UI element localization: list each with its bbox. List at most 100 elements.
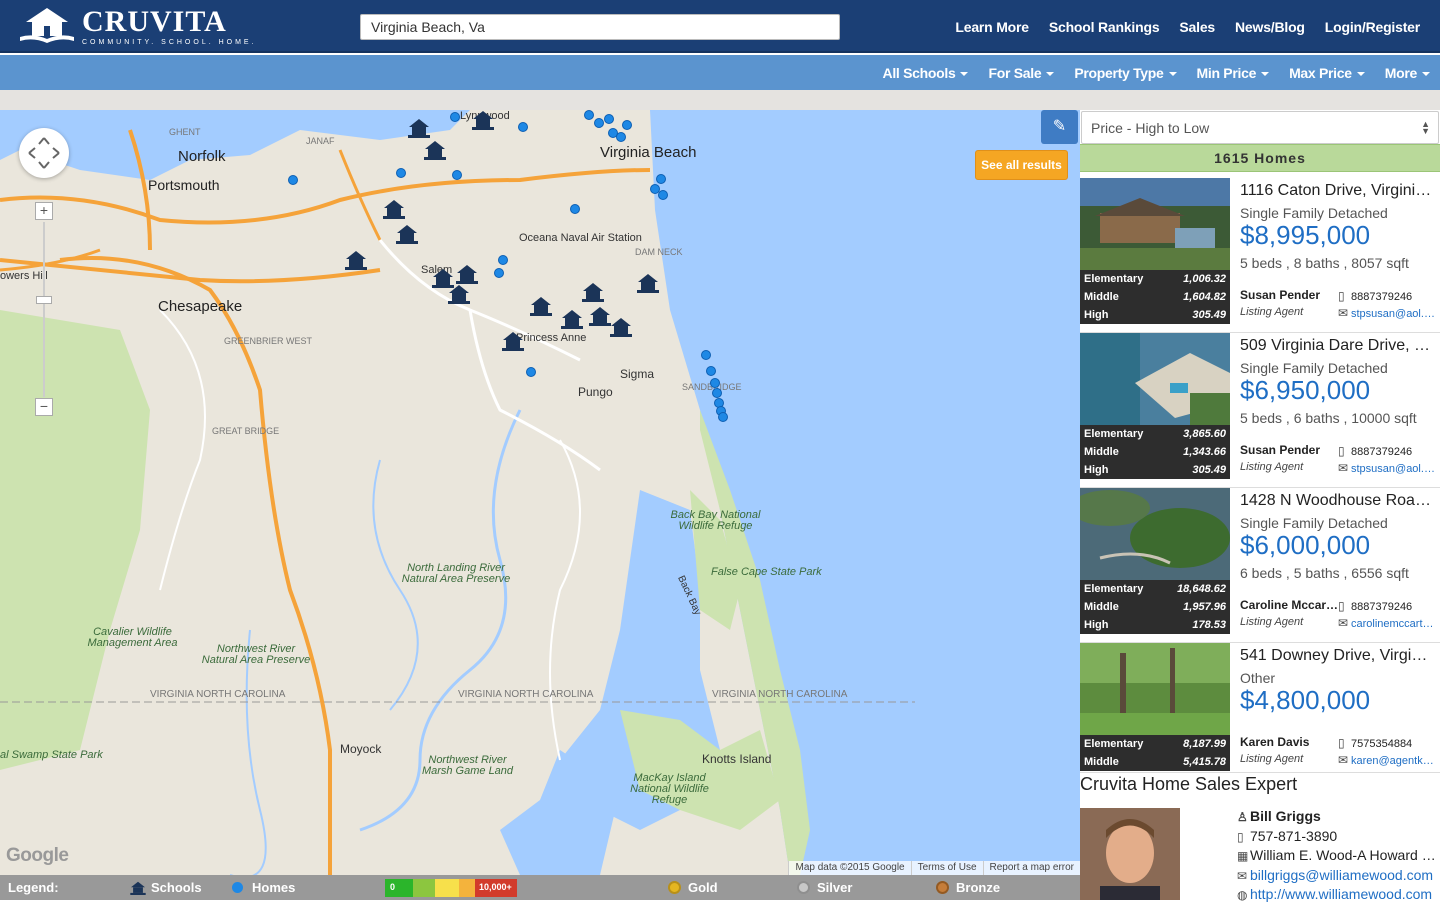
filter-for-sale[interactable]: For Sale	[988, 64, 1055, 81]
draw-area-button[interactable]: ✎	[1041, 110, 1078, 144]
school-marker-icon[interactable]	[383, 199, 405, 219]
filter-property-type[interactable]: Property Type	[1074, 65, 1177, 81]
brand-name: CRUVITA	[82, 5, 227, 38]
school-marker-icon[interactable]	[448, 284, 470, 304]
home-marker-icon[interactable]	[710, 378, 720, 388]
home-marker-icon[interactable]	[584, 110, 594, 120]
nav-login-register[interactable]: Login/Register	[1325, 19, 1420, 35]
home-marker-icon[interactable]	[452, 170, 462, 180]
home-marker-icon[interactable]	[712, 388, 722, 398]
legend-gold-label: Gold	[688, 880, 718, 895]
listing-price: $6,950,000	[1240, 375, 1371, 405]
zoom-out-button[interactable]: −	[35, 398, 53, 416]
home-marker-icon[interactable]	[622, 120, 632, 130]
map-canvas[interactable]: Norfolk Portsmouth Chesapeake Virginia B…	[0, 110, 1080, 875]
school-marker-icon[interactable]	[408, 118, 430, 138]
home-marker-icon[interactable]	[658, 190, 668, 200]
school-marker-icon[interactable]	[472, 110, 494, 130]
map-label-northwest-marsh: Northwest River Marsh Game Land	[421, 754, 514, 777]
school-marker-icon[interactable]	[582, 282, 604, 302]
school-marker-icon[interactable]	[610, 317, 632, 337]
listing-specs: 5 beds , 6 baths , 10000 sqft	[1240, 410, 1417, 426]
envelope-icon: ✉	[1338, 306, 1349, 320]
listing-card[interactable]: Elementary 3,865.60 Middle 1,343.66 High 30…	[1080, 333, 1440, 488]
results-panel: Price - High to Low ▲ ▼ 1615 Homes Elemen…	[1080, 110, 1440, 902]
home-marker-icon[interactable]	[494, 268, 504, 278]
agent-email[interactable]: ✉carolinemccarthy@aol.com	[1338, 616, 1436, 630]
filter-more[interactable]: More	[1385, 65, 1430, 81]
home-marker-icon[interactable]	[718, 412, 728, 422]
home-marker-icon[interactable]	[594, 118, 604, 128]
select-arrows-icon: ▲ ▼	[1421, 119, 1430, 136]
school-marker-icon[interactable]	[396, 224, 418, 244]
zoom-slider-handle[interactable]	[36, 296, 52, 304]
phone-icon: ▯	[1338, 599, 1345, 613]
school-marker-icon[interactable]	[561, 309, 583, 329]
score-value: 1,006.32	[1183, 273, 1226, 285]
score-level: Middle	[1084, 756, 1119, 768]
nav-learn-more[interactable]: Learn More	[955, 19, 1029, 35]
filter-for-sale-label: For Sale	[988, 64, 1042, 81]
filter-max-price[interactable]: Max Price	[1289, 65, 1365, 81]
home-marker-icon[interactable]	[396, 168, 406, 178]
legend-silver: Silver	[797, 880, 852, 895]
listing-card[interactable]: Elementary 18,648.62 Middle 1,957.96 High 1…	[1080, 488, 1440, 643]
filter-min-price-label: Min Price	[1196, 64, 1257, 81]
terms-of-use-link[interactable]: Terms of Use	[910, 861, 983, 875]
agent-phone: ▯ 8887379246	[1338, 599, 1412, 613]
school-marker-icon[interactable]	[502, 331, 524, 351]
phone-icon: ▯	[1338, 289, 1345, 303]
listing-photo[interactable]: Elementary 18,648.62 Middle 1,957.96 High 1…	[1080, 488, 1230, 636]
listing-card[interactable]: Elementary 8,187.99 Middle 5,415.78 541 Do…	[1080, 643, 1440, 773]
see-all-results-button[interactable]: See all results	[975, 150, 1068, 180]
expert-email-text: billgriggs@williamewood.com	[1250, 866, 1434, 883]
home-marker-icon[interactable]	[656, 174, 666, 184]
nav-school-rankings[interactable]: School Rankings	[1049, 19, 1160, 35]
listing-address[interactable]: 541 Downey Drive, Virginia Beach	[1240, 647, 1435, 665]
school-marker-icon[interactable]	[456, 264, 478, 284]
home-marker-icon[interactable]	[288, 175, 298, 185]
school-marker-icon[interactable]	[589, 306, 611, 326]
home-marker-icon[interactable]	[450, 112, 460, 122]
home-marker-icon[interactable]	[518, 122, 528, 132]
score-value: 1,957.96	[1183, 601, 1226, 613]
school-marker-icon[interactable]	[530, 296, 552, 316]
nav-news-blog[interactable]: News/Blog	[1235, 19, 1305, 35]
zoom-slider-track[interactable]	[43, 222, 45, 397]
home-marker-icon[interactable]	[604, 114, 614, 124]
legend-schools-label: Schools	[151, 880, 202, 895]
expert-website[interactable]: ◍ http://www.williamewood.com	[1237, 885, 1437, 905]
home-marker-icon[interactable]	[616, 132, 626, 142]
home-marker-icon[interactable]	[526, 367, 536, 377]
home-marker-icon[interactable]	[701, 350, 711, 360]
listing-address[interactable]: 1116 Caton Drive, Virginia Beach	[1240, 182, 1435, 200]
map-pan-control[interactable]	[19, 128, 69, 178]
agent-email[interactable]: ✉ stpsusan@aol.com	[1338, 306, 1436, 320]
filter-all-schools[interactable]: All Schools	[883, 65, 969, 81]
nav-sales[interactable]: Sales	[1179, 19, 1215, 35]
school-marker-icon[interactable]	[424, 140, 446, 160]
filter-min-price[interactable]: Min Price	[1197, 65, 1270, 81]
agent-email[interactable]: ✉karen@agentkaren.com	[1338, 753, 1436, 767]
location-search-input[interactable]	[360, 14, 840, 40]
listing-card[interactable]: Elementary 1,006.32 Middle 1,604.82 High 30…	[1080, 178, 1440, 333]
expert-email[interactable]: ✉ billgriggs@williamewood.com	[1237, 866, 1437, 886]
sort-select[interactable]: Price - High to Low ▲ ▼	[1081, 111, 1439, 144]
cruvita-logo[interactable]: CRUVITA COMMUNITY. SCHOOL. HOME.	[18, 6, 257, 48]
agent-email-address: stpsusan@aol.com	[1351, 463, 1436, 475]
listing-address[interactable]: 1428 N Woodhouse Road, Virginia Beach	[1240, 492, 1435, 510]
home-marker-icon[interactable]	[706, 366, 716, 376]
home-marker-icon[interactable]	[498, 255, 508, 265]
home-marker-icon[interactable]	[570, 204, 580, 214]
school-marker-icon[interactable]	[345, 250, 367, 270]
school-marker-icon[interactable]	[637, 273, 659, 293]
phone-icon: ▯	[1338, 736, 1345, 750]
listing-price: $6,000,000	[1240, 530, 1371, 560]
agent-email[interactable]: ✉ stpsusan@aol.com	[1338, 461, 1436, 475]
listing-photo[interactable]: Elementary 1,006.32 Middle 1,604.82 High 30…	[1080, 178, 1230, 326]
zoom-in-button[interactable]: +	[35, 202, 53, 220]
listing-photo[interactable]: Elementary 3,865.60 Middle 1,343.66 High 30…	[1080, 333, 1230, 481]
listing-photo[interactable]: Elementary 8,187.99 Middle 5,415.78	[1080, 643, 1230, 773]
report-map-error-link[interactable]: Report a map error	[982, 861, 1080, 875]
listing-address[interactable]: 509 Virginia Dare Drive, Virginia Beach	[1240, 337, 1435, 355]
